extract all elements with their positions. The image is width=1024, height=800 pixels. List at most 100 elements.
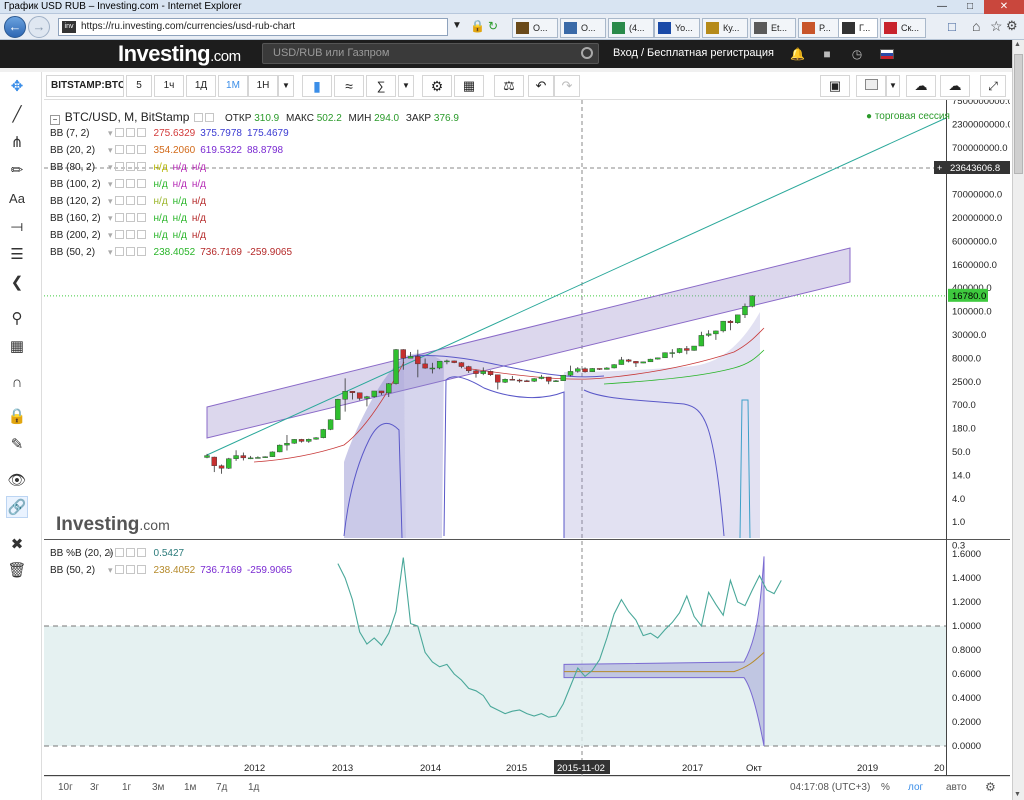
range-button[interactable]: 1д	[248, 782, 259, 793]
candle[interactable]	[218, 464, 225, 474]
interval-button[interactable]: 1Д	[186, 75, 216, 97]
study-eye-icon[interactable]	[114, 162, 124, 171]
compare-icon[interactable]: ≈	[334, 75, 364, 97]
url-field[interactable]: inv https://ru.investing.com/currencies/…	[58, 18, 448, 36]
candle[interactable]	[524, 379, 530, 382]
candle[interactable]	[473, 369, 479, 378]
candle[interactable]	[320, 428, 327, 439]
candle[interactable]	[313, 437, 319, 440]
browser-tab[interactable]: Yo...	[654, 18, 700, 38]
candle[interactable]	[502, 378, 508, 384]
browser-tab[interactable]: Et...	[750, 18, 796, 38]
candle[interactable]	[327, 419, 334, 431]
candle[interactable]	[364, 395, 370, 407]
candle[interactable]	[575, 367, 581, 373]
browser-tab[interactable]: О...	[512, 18, 558, 38]
interval-button[interactable]: 1М	[218, 75, 248, 97]
indicators-dropdown-icon[interactable]: ▼	[398, 75, 414, 97]
candle[interactable]	[662, 352, 668, 359]
magnet-icon[interactable]: ∩	[6, 372, 28, 394]
study-menu-icon[interactable]: ▾	[108, 196, 113, 206]
study-close-icon[interactable]	[136, 128, 146, 137]
cloud-download-icon[interactable]: ☁	[906, 75, 936, 97]
site-logo[interactable]: Investing.com	[118, 41, 241, 67]
study-settings-icon[interactable]	[125, 548, 135, 557]
candle[interactable]	[495, 374, 501, 390]
fullscreen-icon[interactable]: ⤢	[980, 75, 1006, 97]
candle[interactable]	[698, 331, 705, 347]
pitchfork-tool-icon[interactable]: ⋔	[6, 132, 28, 154]
candle[interactable]	[647, 358, 654, 363]
candle[interactable]	[625, 358, 632, 363]
remove-tools-icon[interactable]: ✖	[6, 534, 28, 556]
candle[interactable]	[691, 345, 697, 351]
login-register-link[interactable]: Вход / Бесплатная регистрация	[613, 47, 774, 59]
percent-scale-button[interactable]: %	[881, 782, 890, 793]
candle[interactable]	[487, 370, 494, 376]
candle[interactable]	[618, 356, 625, 365]
chart-settings-gear-icon[interactable]: ⚙	[985, 780, 996, 794]
trendline-tool-icon[interactable]: ╱	[6, 104, 28, 126]
collapse-icon[interactable]: −	[50, 115, 60, 125]
candle[interactable]	[284, 435, 290, 451]
study-eye-icon[interactable]	[114, 247, 124, 256]
candles-style-icon[interactable]: ▮	[302, 75, 332, 97]
bell-icon[interactable]: 🔔	[790, 47, 805, 61]
study-settings-icon[interactable]	[125, 145, 135, 154]
minimize-button[interactable]: —	[928, 0, 956, 14]
study-menu-icon[interactable]: ▾	[108, 247, 113, 257]
study-settings-icon[interactable]	[125, 247, 135, 256]
link-icon[interactable]: 🔗	[6, 496, 28, 518]
portfolio-icon[interactable]: ■	[820, 47, 834, 61]
hide-drawings-icon[interactable]: 👁	[6, 470, 28, 492]
indicators-icon[interactable]: ∑	[366, 75, 396, 97]
candle[interactable]	[393, 348, 399, 385]
redo-icon[interactable]: ↷	[554, 75, 580, 97]
study-menu-icon[interactable]: ▾	[108, 145, 113, 155]
scroll-down-icon[interactable]: ▼	[1014, 791, 1021, 798]
study-close-icon[interactable]	[136, 548, 146, 557]
interval-button[interactable]: 1Н	[248, 75, 278, 97]
auto-scale-button[interactable]: авто	[946, 782, 967, 793]
pencil-stay-icon[interactable]: ✎	[6, 434, 28, 456]
candle[interactable]	[531, 378, 537, 383]
browser-tab[interactable]: Ку...	[702, 18, 748, 38]
scroll-thumb[interactable]	[1014, 54, 1023, 174]
study-eye-icon[interactable]	[114, 230, 124, 239]
candle[interactable]	[276, 444, 283, 453]
range-button[interactable]: 10г	[58, 782, 73, 793]
favorites-star-icon[interactable]: ☆	[990, 18, 1003, 35]
candle[interactable]	[233, 450, 239, 461]
candle[interactable]	[713, 330, 719, 340]
range-button[interactable]: 3м	[152, 782, 164, 793]
candle[interactable]	[749, 295, 755, 308]
study-menu-icon[interactable]: ▾	[108, 128, 113, 138]
interval-button[interactable]: 1ч	[154, 75, 184, 97]
range-button[interactable]: 1г	[122, 782, 131, 793]
brush-tool-icon[interactable]: ✏	[6, 160, 28, 182]
study-close-icon[interactable]	[136, 179, 146, 188]
search-icon[interactable]	[581, 47, 593, 59]
range-button[interactable]: 7д	[216, 782, 227, 793]
back-button[interactable]: ←	[4, 16, 26, 38]
russia-flag-icon[interactable]	[880, 49, 894, 59]
scroll-up-icon[interactable]: ▲	[1014, 41, 1021, 48]
study-eye-icon[interactable]	[114, 145, 124, 154]
interval-button[interactable]: 5	[126, 75, 152, 97]
range-button[interactable]: 3г	[90, 782, 99, 793]
candle[interactable]	[545, 376, 552, 385]
study-menu-icon[interactable]: ▾	[108, 565, 113, 575]
browser-tab[interactable]: Ск...	[880, 18, 926, 38]
text-tool-icon[interactable]: Aa	[6, 188, 28, 210]
candle[interactable]	[582, 367, 588, 373]
browser-tab[interactable]: Г...	[838, 18, 878, 38]
refresh-icon[interactable]: ↻	[488, 19, 498, 33]
lock-icon[interactable]: 🔒	[470, 19, 485, 33]
legend-settings-icon[interactable]	[205, 113, 215, 122]
candle[interactable]	[306, 438, 312, 443]
study-menu-icon[interactable]: ▾	[108, 213, 113, 223]
study-close-icon[interactable]	[136, 162, 146, 171]
balance-icon[interactable]: ⚖	[494, 75, 524, 97]
interval-dropdown-icon[interactable]: ▼	[278, 75, 294, 97]
candle[interactable]	[509, 375, 516, 381]
